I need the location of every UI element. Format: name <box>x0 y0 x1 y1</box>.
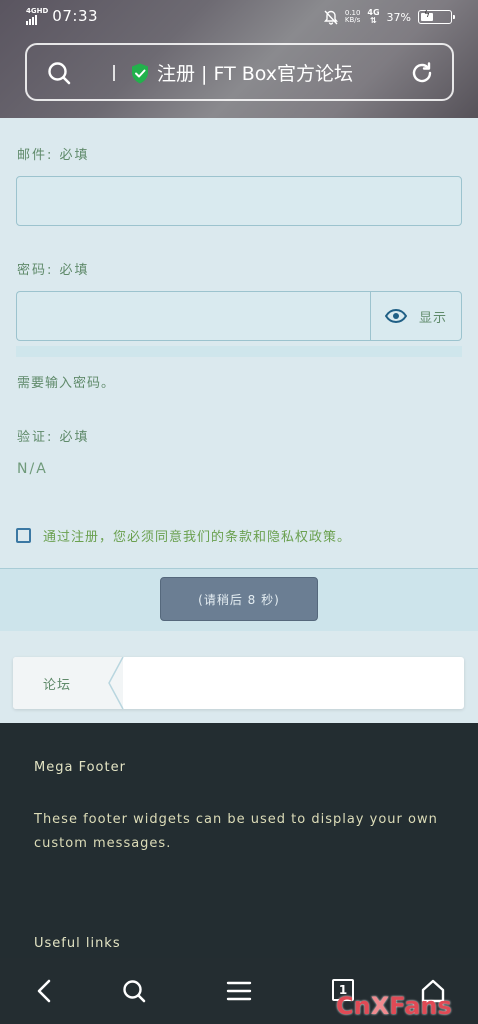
page-title[interactable]: 注册 | FT Box官方论坛 <box>157 59 353 86</box>
battery-icon: ϟ <box>418 10 455 24</box>
address-separator <box>113 65 115 81</box>
password-label: 密码: 必填 <box>17 263 90 278</box>
register-submit-button[interactable]: (请稍后 8 秒) <box>160 577 318 621</box>
menu-icon[interactable] <box>226 978 252 1004</box>
search-icon[interactable] <box>47 61 71 85</box>
breadcrumb: 论坛 <box>13 657 464 709</box>
show-password-label: 显示 <box>418 310 447 326</box>
network-type: 4G ⇅ <box>367 9 379 25</box>
terms-agreement: 通过注册，您必须同意我们的条款和隐私权政策。 <box>16 526 351 545</box>
password-group: 显示 <box>16 291 462 341</box>
eye-icon <box>384 309 407 323</box>
footer-text: These footer widgets can be used to disp… <box>34 812 438 851</box>
browser-header: 4GHD 07:33 0.10 KB/s 4G ⇅ 37% ϟ 注册 | FT … <box>0 0 478 118</box>
status-time: 07:33 <box>52 7 99 25</box>
data-arrows-icon: ⇅ <box>370 16 377 25</box>
submit-bar: (请稍后 8 秒) <box>0 568 478 631</box>
email-field[interactable] <box>16 176 462 226</box>
mega-footer: Mega Footer These footer widgets can be … <box>0 723 478 958</box>
show-password-button[interactable]: 显示 <box>370 291 462 341</box>
network-speed: 0.10 KB/s <box>345 10 361 24</box>
secure-shield-icon <box>132 63 148 84</box>
signal-indicator: 4GHD <box>26 6 49 25</box>
cnxfans-watermark: CnXFans <box>336 992 452 1020</box>
footer-title: Mega Footer <box>34 760 126 775</box>
password-strength-bar <box>16 346 462 357</box>
email-label: 邮件: 必填 <box>17 148 90 163</box>
search-icon[interactable] <box>121 978 147 1004</box>
status-left: 4GHD 07:33 <box>26 7 98 25</box>
battery-percent: 37% <box>386 10 411 24</box>
mute-bell-icon <box>323 10 338 25</box>
speed-unit: KB/s <box>344 16 361 24</box>
signal-bars-icon <box>26 14 48 25</box>
captcha-label: 验证: 必填 <box>17 430 90 445</box>
captcha-value: N/A <box>17 461 48 477</box>
watermark-part-2: X <box>370 992 390 1020</box>
network-badge: 4GHD <box>26 6 49 15</box>
watermark-part-1: Cn <box>336 992 371 1020</box>
charging-icon: ϟ <box>424 10 430 20</box>
password-field[interactable] <box>16 291 370 341</box>
breadcrumb-separator-icon <box>95 657 124 709</box>
password-helper-text: 需要输入密码。 <box>17 376 116 391</box>
terms-checkbox[interactable] <box>16 528 31 543</box>
terms-text[interactable]: 通过注册，您必须同意我们的条款和隐私权政策。 <box>43 526 351 545</box>
status-bar: 4GHD 07:33 0.10 KB/s 4G ⇅ 37% ϟ <box>0 0 478 36</box>
footer-links-title: Useful links <box>34 936 121 951</box>
back-icon[interactable] <box>32 978 58 1004</box>
address-bar[interactable]: 注册 | FT Box官方论坛 <box>25 43 454 101</box>
status-right: 0.10 KB/s 4G ⇅ 37% ϟ <box>323 9 455 25</box>
breadcrumb-item-label[interactable]: 论坛 <box>43 674 71 693</box>
refresh-icon[interactable] <box>410 61 434 85</box>
watermark-part-3: Fans <box>389 992 452 1020</box>
